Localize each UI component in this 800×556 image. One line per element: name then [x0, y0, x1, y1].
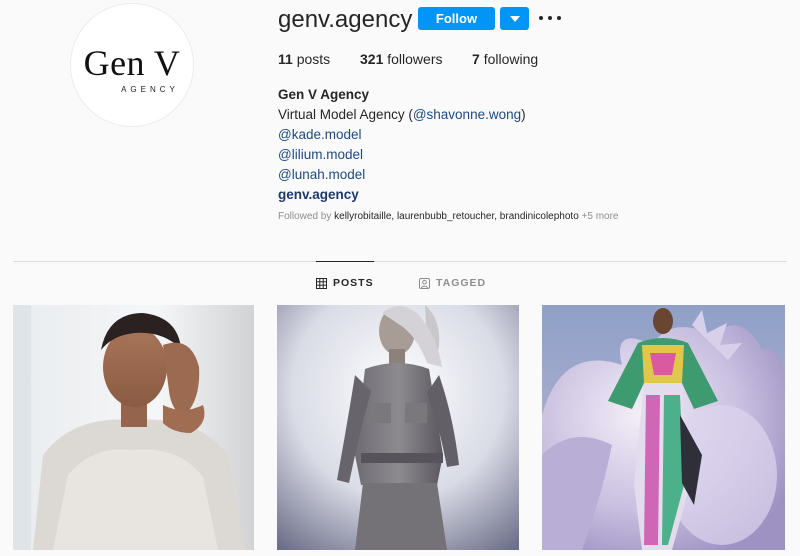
logo-subtext: AGENCY: [121, 84, 179, 94]
following-count: 7: [472, 51, 480, 67]
following-label: following: [483, 51, 539, 67]
following-stat[interactable]: 7 following: [472, 51, 538, 67]
followed-by[interactable]: Followed by kellyrobitaille, laurenbubb_…: [278, 211, 619, 222]
profile-avatar[interactable]: Gen V AGENCY: [70, 3, 194, 127]
more-icon: [539, 16, 561, 20]
more-options-button[interactable]: [539, 10, 561, 26]
follow-button[interactable]: Follow: [418, 7, 495, 30]
profile-username: genv.agency: [278, 6, 413, 33]
bio-website-link[interactable]: genv.agency: [278, 185, 526, 205]
followed-by-more: +5 more: [581, 211, 619, 222]
bio-mention-lunah[interactable]: @lunah.model: [278, 165, 526, 185]
tagged-icon: [419, 277, 430, 289]
suggestions-dropdown-button[interactable]: [500, 7, 529, 30]
posts-label: posts: [296, 51, 331, 67]
post-image: [13, 305, 254, 550]
posts-count: 11: [278, 51, 293, 67]
tab-posts[interactable]: POSTS: [316, 261, 374, 304]
post-image: [277, 305, 519, 550]
bio-mention-kade[interactable]: @kade.model: [278, 125, 526, 145]
logo-text: Gen V: [83, 42, 181, 83]
bio-description-suffix: ): [521, 107, 526, 122]
bio-description-prefix: Virtual Model Agency (: [278, 107, 413, 122]
tab-tagged[interactable]: TAGGED: [419, 262, 486, 304]
followers-count: 321: [360, 51, 384, 67]
profile-bio: Gen V Agency Virtual Model Agency (@shav…: [278, 85, 526, 205]
tab-tagged-label: TAGGED: [436, 277, 487, 289]
tab-posts-label: POSTS: [333, 277, 374, 289]
bio-name: Gen V Agency: [278, 87, 370, 102]
followed-by-names: kellyrobitaille, laurenbubb_retoucher, b…: [334, 211, 579, 222]
bio-mention-lilium[interactable]: @lilium.model: [278, 145, 526, 165]
chevron-down-icon: [509, 15, 520, 22]
post-image: [542, 305, 785, 550]
grid-icon: [316, 277, 327, 289]
posts-stat: 11 posts: [278, 51, 330, 67]
followers-label: followers: [387, 51, 443, 67]
post-tile[interactable]: [542, 305, 785, 550]
followers-stat[interactable]: 321 followers: [360, 51, 443, 67]
followed-by-prefix: Followed by: [278, 211, 332, 222]
post-tile[interactable]: [13, 305, 254, 550]
bio-mention-shavonne[interactable]: @shavonne.wong: [413, 107, 521, 122]
bio-description: Virtual Model Agency (@shavonne.wong): [278, 105, 526, 125]
post-tile[interactable]: [277, 305, 519, 550]
tabs-divider: [13, 261, 787, 262]
